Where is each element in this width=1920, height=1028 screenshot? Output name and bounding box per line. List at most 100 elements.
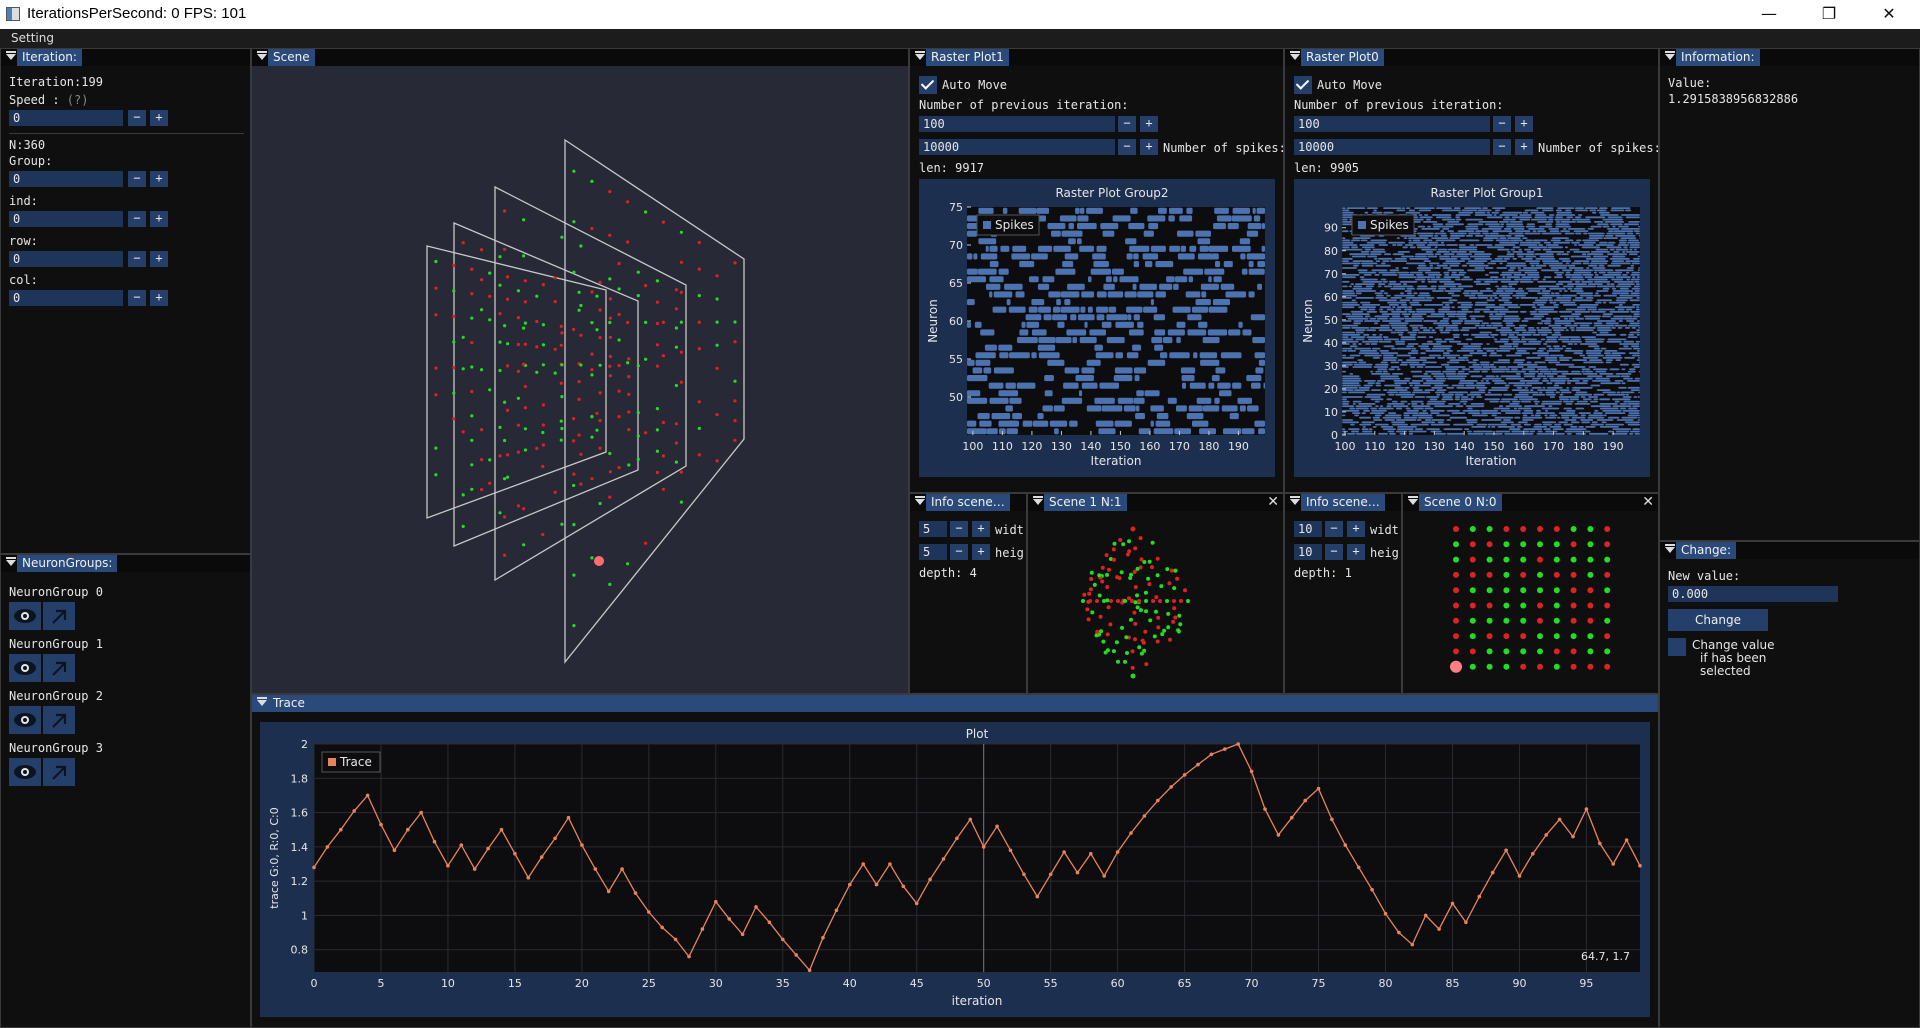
panel-header[interactable]: Change:	[1660, 542, 1919, 559]
prev-iteration-input[interactable]: 100	[1294, 116, 1490, 132]
panel-header[interactable]: Trace	[252, 695, 1658, 712]
panel-header[interactable]: Raster Plot0	[1285, 49, 1658, 66]
menu-setting[interactable]: Setting	[11, 31, 54, 45]
toggle-visibility-button[interactable]	[9, 706, 41, 734]
spikes-input[interactable]: 10000	[1294, 139, 1490, 155]
row-input[interactable]: 0	[9, 251, 123, 267]
collapse-icon[interactable]	[257, 697, 267, 706]
collapse-icon[interactable]	[915, 51, 925, 60]
height-input[interactable]: 10	[1294, 544, 1322, 560]
collapse-icon[interactable]	[1665, 51, 1675, 60]
change-if-selected-checkbox[interactable]	[1668, 638, 1686, 656]
ind-increment-button[interactable]: +	[150, 211, 168, 227]
col-decrement-button[interactable]: −	[128, 290, 146, 306]
new-value-input[interactable]: 0.000	[1668, 586, 1838, 602]
height-increment-button[interactable]: +	[972, 544, 990, 560]
raster-chart[interactable]: Raster Plot Group2100 110 120 130 140 150 160 1…	[919, 179, 1275, 477]
toggle-visibility-button[interactable]	[9, 654, 41, 682]
tab-neuron-groups[interactable]: NeuronGroups:	[17, 555, 118, 572]
open-group-button[interactable]	[43, 654, 75, 682]
panel-header[interactable]: Scene 1 N:1 ✕	[1028, 494, 1283, 511]
prev-increment-button[interactable]: +	[1140, 116, 1158, 132]
open-group-button[interactable]	[43, 602, 75, 630]
tab-scene0[interactable]: Scene 0 N:0	[1419, 494, 1502, 511]
speed-input[interactable]: 0	[9, 110, 123, 126]
collapse-icon[interactable]	[1290, 51, 1300, 60]
trace-chart[interactable]: Plot0 5 10 15 20 25 30 35 40 45 50 55 60 65 70 75 80 85 90…	[260, 722, 1650, 1017]
spikes-input[interactable]: 10000	[919, 139, 1115, 155]
group-input[interactable]: 0	[9, 171, 123, 187]
change-button[interactable]: Change	[1668, 609, 1768, 631]
prev-increment-button[interactable]: +	[1515, 116, 1533, 132]
spikes-increment-button[interactable]: +	[1140, 139, 1158, 155]
panel-header[interactable]: Information:	[1660, 49, 1919, 66]
auto-move-checkbox[interactable]	[919, 76, 937, 94]
height-decrement-button[interactable]: −	[1325, 544, 1343, 560]
collapse-icon[interactable]	[1033, 496, 1043, 505]
spikes-increment-button[interactable]: +	[1515, 139, 1533, 155]
collapse-icon[interactable]	[1665, 544, 1675, 553]
panel-header[interactable]: Scene	[252, 49, 908, 66]
height-decrement-button[interactable]: −	[950, 544, 968, 560]
tab-iteration[interactable]: Iteration:	[17, 49, 82, 66]
scene1-view[interactable]	[1028, 511, 1283, 694]
speed-decrement-button[interactable]: −	[128, 110, 146, 126]
toggle-visibility-button[interactable]	[9, 758, 41, 786]
tab-raster-plot0[interactable]: Raster Plot0	[1301, 49, 1384, 66]
trace-plot-area[interactable]: Plot 0 5 10 15 20 25 30 35 40 45 50 55 60 65 70 75 80 85 90…	[260, 722, 1650, 1017]
tab-info-scene[interactable]: Info scene…	[926, 494, 1010, 511]
group-decrement-button[interactable]: −	[128, 171, 146, 187]
width-increment-button[interactable]: +	[972, 521, 990, 537]
help-icon[interactable]: (?)	[67, 93, 89, 107]
panel-header[interactable]: Info scene…	[1285, 494, 1401, 511]
panel-header[interactable]: Iteration:	[1, 49, 250, 66]
width-decrement-button[interactable]: −	[950, 521, 968, 537]
raster-plot-area[interactable]: Raster Plot Group2 100 110 120 130 140 150 160 1…	[919, 179, 1275, 477]
prev-decrement-button[interactable]: −	[1493, 116, 1511, 132]
row-increment-button[interactable]: +	[150, 251, 168, 267]
panel-header[interactable]: Raster Plot1	[910, 49, 1283, 66]
tab-information[interactable]: Information:	[1676, 49, 1760, 66]
height-increment-button[interactable]: +	[1347, 544, 1365, 560]
prev-iteration-input[interactable]: 100	[919, 116, 1115, 132]
raster-chart[interactable]: Raster Plot Group1100 110 120 130 140 150 160 1…	[1294, 179, 1650, 477]
open-group-button[interactable]	[43, 758, 75, 786]
maximize-button[interactable]: ❐	[1806, 0, 1852, 29]
collapse-icon[interactable]	[915, 496, 925, 505]
ind-input[interactable]: 0	[9, 211, 123, 227]
tab-scene1[interactable]: Scene 1 N:1	[1044, 494, 1127, 511]
auto-move-checkbox[interactable]	[1294, 76, 1312, 94]
prev-decrement-button[interactable]: −	[1118, 116, 1136, 132]
row-decrement-button[interactable]: −	[128, 251, 146, 267]
width-decrement-button[interactable]: −	[1325, 521, 1343, 537]
panel-header[interactable]: Info scene…	[910, 494, 1026, 511]
scene0-view[interactable]	[1403, 511, 1658, 694]
ind-decrement-button[interactable]: −	[128, 211, 146, 227]
col-input[interactable]: 0	[9, 290, 123, 306]
collapse-icon[interactable]	[257, 51, 267, 60]
tab-raster-plot1[interactable]: Raster Plot1	[926, 49, 1009, 66]
tab-info-scene[interactable]: Info scene…	[1301, 494, 1385, 511]
scene-3d-view[interactable]	[252, 66, 908, 694]
close-window-button[interactable]: ✕	[1866, 0, 1912, 29]
raster-plot-area[interactable]: Raster Plot Group1 100 110 120 130 140 150 160 1…	[1294, 179, 1650, 477]
height-input[interactable]: 5	[919, 544, 947, 560]
group-increment-button[interactable]: +	[150, 171, 168, 187]
close-icon[interactable]: ✕	[1642, 494, 1654, 511]
minimize-button[interactable]: —	[1746, 0, 1792, 29]
width-input[interactable]: 5	[919, 521, 947, 537]
panel-header[interactable]: Scene 0 N:0 ✕	[1403, 494, 1658, 511]
collapse-icon[interactable]	[6, 51, 16, 60]
spikes-decrement-button[interactable]: −	[1493, 139, 1511, 155]
speed-increment-button[interactable]: +	[150, 110, 168, 126]
tab-trace[interactable]: Trace	[268, 695, 310, 712]
spikes-decrement-button[interactable]: −	[1118, 139, 1136, 155]
width-input[interactable]: 10	[1294, 521, 1322, 537]
panel-header[interactable]: NeuronGroups:	[1, 555, 250, 572]
tab-change[interactable]: Change:	[1676, 542, 1736, 559]
collapse-icon[interactable]	[1290, 496, 1300, 505]
toggle-visibility-button[interactable]	[9, 602, 41, 630]
width-increment-button[interactable]: +	[1347, 521, 1365, 537]
open-group-button[interactable]	[43, 706, 75, 734]
collapse-icon[interactable]	[1408, 496, 1418, 505]
